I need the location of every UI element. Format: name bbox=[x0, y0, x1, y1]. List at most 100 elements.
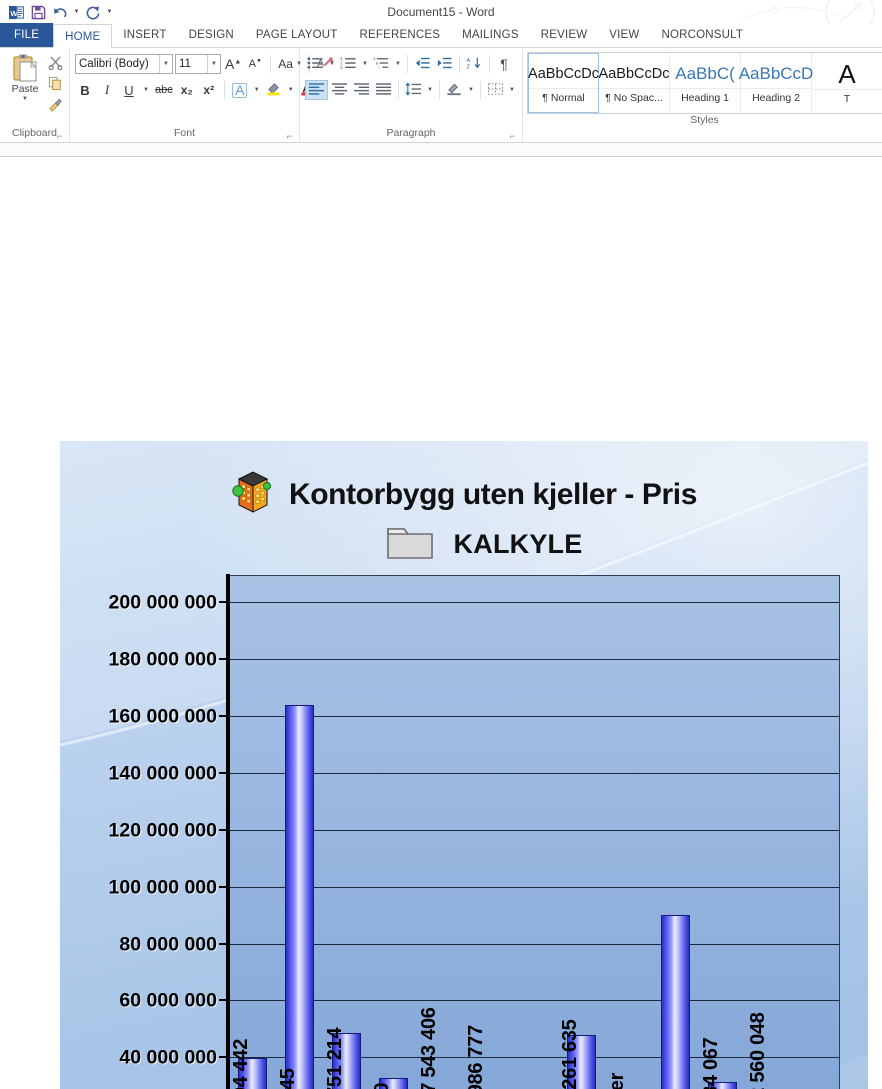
font-dialog-launcher-icon[interactable]: ⌐ bbox=[285, 132, 294, 141]
bar-series: Felleskostnader 40 194 442 Bygning 164 17… bbox=[229, 575, 840, 1089]
shading-button[interactable] bbox=[444, 80, 465, 100]
quick-access-toolbar: W ▼ ▼ bbox=[0, 2, 114, 22]
style-heading-2[interactable]: AaBbCcD Heading 2 bbox=[739, 53, 813, 113]
style-normal-label: ¶ Normal bbox=[529, 87, 598, 107]
strikethrough-icon: abc bbox=[155, 84, 173, 96]
y-axis-tick-label: 200 000 000 bbox=[108, 591, 217, 614]
superscript-icon: x² bbox=[203, 83, 215, 97]
align-center-button[interactable] bbox=[329, 80, 350, 100]
folder-icon bbox=[386, 523, 434, 566]
bold-button[interactable]: B bbox=[75, 80, 95, 100]
tab-home[interactable]: HOME bbox=[53, 24, 113, 48]
bar-slot: Prisregulering bbox=[793, 575, 840, 1089]
tab-view[interactable]: VIEW bbox=[598, 23, 650, 47]
tab-file[interactable]: FILE bbox=[0, 23, 54, 47]
paste-icon bbox=[9, 53, 41, 83]
grow-font-button[interactable]: A▲ bbox=[223, 54, 243, 74]
justify-button[interactable] bbox=[373, 80, 394, 100]
line-spacing-button[interactable] bbox=[403, 80, 424, 100]
font-size-combo[interactable]: 11 ▼ bbox=[175, 54, 221, 74]
paste-dropdown-icon[interactable]: ▼ bbox=[22, 96, 28, 102]
style-normal[interactable]: AaBbCcDc ¶ Normal bbox=[528, 53, 599, 113]
undo-dropdown-icon[interactable]: ▼ bbox=[72, 2, 81, 22]
tab-insert[interactable]: INSERT bbox=[112, 23, 177, 47]
word-icon[interactable]: W bbox=[6, 2, 26, 22]
chart-title: Kontorbygg uten kjeller - Pris bbox=[288, 477, 698, 511]
subscript-icon: x₂ bbox=[180, 83, 193, 97]
font-name-dropdown-icon[interactable]: ▼ bbox=[159, 55, 172, 73]
show-formatting-marks-button[interactable]: ¶ bbox=[494, 54, 514, 74]
decrease-indent-button[interactable] bbox=[412, 54, 433, 74]
justify-icon bbox=[375, 82, 392, 98]
style-heading-1[interactable]: AaBbC( Heading 1 bbox=[670, 53, 741, 113]
tab-norconsult[interactable]: NORCONSULT bbox=[650, 23, 754, 47]
strikethrough-button[interactable]: abc bbox=[153, 80, 175, 100]
y-axis-tick-label: 140 000 000 bbox=[108, 762, 217, 785]
text-highlight-button[interactable] bbox=[264, 80, 284, 100]
bold-icon: B bbox=[80, 82, 90, 98]
font-name-combo[interactable]: Calibri (Body) ▼ bbox=[75, 54, 173, 74]
customize-qat-icon[interactable]: ▼ bbox=[105, 2, 114, 22]
text-effects-button[interactable]: A bbox=[230, 80, 250, 100]
tab-design[interactable]: DESIGN bbox=[178, 23, 245, 47]
save-icon[interactable] bbox=[28, 2, 48, 22]
bar-slot: Usikkerhetsavsetning 22 560 048 bbox=[746, 575, 793, 1089]
underline-dropdown-icon[interactable]: ▼ bbox=[141, 80, 151, 100]
style-no-spacing-preview: AaBbCcDc bbox=[598, 65, 670, 82]
shrink-font-button[interactable]: A▼ bbox=[245, 54, 265, 74]
ribbon: Paste ▼ Clipboard ⌐ Calibri (Body) ▼ 11 … bbox=[0, 48, 882, 143]
cut-button[interactable] bbox=[46, 55, 64, 73]
sort-button[interactable]: A Z bbox=[464, 54, 485, 74]
bar-data-label: Elkraft 33 045 550 bbox=[371, 1083, 394, 1089]
font-size-dropdown-icon[interactable]: ▼ bbox=[207, 55, 220, 73]
underline-button[interactable]: U bbox=[119, 80, 139, 100]
paragraph-separator-5 bbox=[439, 81, 440, 99]
highlight-dropdown-icon[interactable]: ▼ bbox=[286, 80, 296, 100]
paragraph-dialog-launcher-icon[interactable]: ⌐ bbox=[508, 132, 517, 141]
bar-data-label: Andre installasjoner 8 986 777 bbox=[465, 1025, 488, 1089]
font-separator-1 bbox=[270, 55, 272, 73]
highlighter-icon bbox=[266, 81, 282, 99]
borders-dropdown-icon[interactable]: ▼ bbox=[507, 80, 517, 100]
bar[interactable] bbox=[285, 705, 314, 1089]
bullets-dropdown-icon[interactable]: ▼ bbox=[327, 54, 337, 74]
italic-button[interactable]: I bbox=[97, 80, 117, 100]
tab-references[interactable]: REFERENCES bbox=[349, 23, 452, 47]
bar-data-label: Bygning 164 177 745 bbox=[277, 1068, 300, 1089]
paste-button[interactable]: Paste ▼ bbox=[5, 53, 45, 115]
superscript-button[interactable]: x² bbox=[199, 80, 219, 100]
embedded-chart[interactable]: Kontorbygg uten kjeller - Pris KALKYLE 2… bbox=[60, 441, 868, 1089]
style-title[interactable]: A T bbox=[812, 53, 882, 113]
multilevel-list-button[interactable]: 1 a i bbox=[371, 54, 392, 74]
styles-gallery[interactable]: AaBbCcDc ¶ Normal AaBbCcDc ¶ No Spac... … bbox=[527, 52, 882, 114]
styles-group-label: Styles bbox=[690, 114, 719, 126]
tab-page-layout[interactable]: PAGE LAYOUT bbox=[245, 23, 349, 47]
style-no-spacing[interactable]: AaBbCcDc ¶ No Spac... bbox=[599, 53, 670, 113]
borders-button[interactable] bbox=[485, 80, 506, 100]
grow-font-icon: A▲ bbox=[225, 56, 242, 72]
numbering-dropdown-icon[interactable]: ▼ bbox=[360, 54, 370, 74]
document-title: Document15 - Word bbox=[387, 5, 495, 19]
line-spacing-dropdown-icon[interactable]: ▼ bbox=[425, 80, 435, 100]
text-effects-icon: A bbox=[232, 82, 248, 98]
subscript-button[interactable]: x₂ bbox=[177, 80, 197, 100]
bullets-button[interactable] bbox=[305, 54, 326, 74]
redo-icon[interactable] bbox=[83, 2, 103, 22]
format-painter-button[interactable] bbox=[46, 98, 64, 115]
shading-dropdown-icon[interactable]: ▼ bbox=[466, 80, 476, 100]
multilevel-dropdown-icon[interactable]: ▼ bbox=[393, 54, 403, 74]
bar[interactable] bbox=[661, 915, 690, 1089]
tab-review[interactable]: REVIEW bbox=[530, 23, 599, 47]
numbering-button[interactable]: 1 2 3 bbox=[338, 54, 359, 74]
copy-button[interactable] bbox=[46, 76, 64, 94]
increase-indent-button[interactable] bbox=[434, 54, 455, 74]
align-left-button[interactable] bbox=[305, 80, 328, 100]
text-effects-dropdown-icon[interactable]: ▼ bbox=[252, 80, 262, 100]
clipboard-dialog-launcher-icon[interactable]: ⌐ bbox=[55, 132, 64, 141]
document-canvas[interactable]: Kontorbygg uten kjeller - Pris KALKYLE 2… bbox=[0, 143, 882, 1089]
y-axis-tick bbox=[219, 772, 227, 774]
undo-icon[interactable] bbox=[50, 2, 70, 22]
align-center-icon bbox=[331, 82, 348, 98]
align-right-button[interactable] bbox=[351, 80, 372, 100]
tab-mailings[interactable]: MAILINGS bbox=[451, 23, 530, 47]
